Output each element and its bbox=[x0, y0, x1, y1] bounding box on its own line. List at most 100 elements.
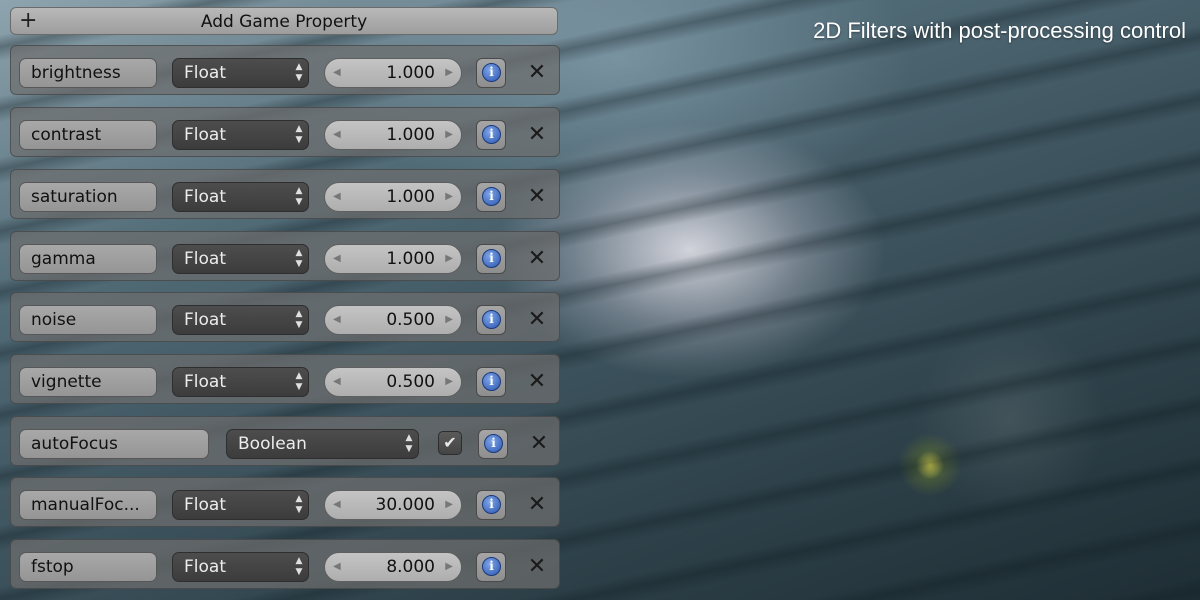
property-name-field[interactable]: noise bbox=[19, 305, 157, 335]
property-name-field[interactable]: fstop bbox=[19, 552, 157, 582]
up-down-arrows-icon: ▲ ▼ bbox=[295, 186, 303, 207]
property-type-select[interactable]: Float ▲ ▼ bbox=[172, 367, 309, 397]
property-value-field[interactable]: ◀ 8.000 ▶ bbox=[324, 552, 462, 582]
property-value: 0.500 bbox=[386, 372, 435, 392]
increment-arrow-icon[interactable]: ▶ bbox=[445, 59, 453, 87]
add-game-property-label: Add Game Property bbox=[200, 12, 368, 32]
property-value-field[interactable]: ◀ 1.000 ▶ bbox=[324, 182, 462, 212]
increment-arrow-icon[interactable]: ▶ bbox=[445, 183, 453, 211]
up-down-arrows-icon: ▲ ▼ bbox=[295, 371, 303, 392]
close-icon[interactable]: ✕ bbox=[525, 305, 549, 335]
property-type-value: Float bbox=[184, 557, 226, 577]
property-type-select[interactable]: Float ▲ ▼ bbox=[172, 552, 309, 582]
property-value: 1.000 bbox=[386, 125, 435, 145]
increment-arrow-icon[interactable]: ▶ bbox=[445, 245, 453, 273]
caption-text: 2D Filters with post-processing control bbox=[813, 18, 1186, 43]
property-type-value: Boolean bbox=[238, 434, 307, 454]
property-value: 1.000 bbox=[386, 187, 435, 207]
property-type-select[interactable]: Float ▲ ▼ bbox=[172, 305, 309, 335]
property-name-field[interactable]: autoFocus bbox=[19, 429, 209, 459]
property-row-vignette: vignette Float ▲ ▼ ◀ 0.500 ▶ i ✕ bbox=[10, 354, 560, 404]
property-type-select[interactable]: Float ▲ ▼ bbox=[172, 182, 309, 212]
property-value: 1.000 bbox=[386, 249, 435, 269]
info-button[interactable]: i bbox=[476, 490, 506, 520]
decrement-arrow-icon[interactable]: ◀ bbox=[333, 121, 341, 149]
property-name-field[interactable]: vignette bbox=[19, 367, 157, 397]
property-name-field[interactable]: brightness bbox=[19, 58, 157, 88]
increment-arrow-icon[interactable]: ▶ bbox=[445, 121, 453, 149]
property-name-field[interactable]: saturation bbox=[19, 182, 157, 212]
close-icon[interactable]: ✕ bbox=[525, 120, 549, 150]
decrement-arrow-icon[interactable]: ◀ bbox=[333, 59, 341, 87]
info-button[interactable]: i bbox=[476, 244, 506, 274]
property-value-field[interactable]: ◀ 1.000 ▶ bbox=[324, 58, 462, 88]
property-type-select[interactable]: Boolean ▲ ▼ bbox=[226, 429, 419, 459]
property-value: 30.000 bbox=[375, 495, 435, 515]
info-icon: i bbox=[482, 495, 501, 514]
property-type-select[interactable]: Float ▲ ▼ bbox=[172, 490, 309, 520]
close-icon[interactable]: ✕ bbox=[525, 58, 549, 88]
increment-arrow-icon[interactable]: ▶ bbox=[445, 553, 453, 581]
increment-arrow-icon[interactable]: ▶ bbox=[445, 306, 453, 334]
property-row-noise: noise Float ▲ ▼ ◀ 0.500 ▶ i ✕ bbox=[10, 292, 560, 342]
property-type-value: Float bbox=[184, 125, 226, 145]
decrement-arrow-icon[interactable]: ◀ bbox=[333, 183, 341, 211]
info-icon: i bbox=[482, 310, 501, 329]
property-value: 8.000 bbox=[386, 557, 435, 577]
up-down-arrows-icon: ▲ ▼ bbox=[295, 494, 303, 515]
property-row-saturation: saturation Float ▲ ▼ ◀ 1.000 ▶ i ✕ bbox=[10, 169, 560, 219]
property-type-value: Float bbox=[184, 310, 226, 330]
up-down-arrows-icon: ▲ ▼ bbox=[295, 248, 303, 269]
property-name-field[interactable]: gamma bbox=[19, 244, 157, 274]
info-icon: i bbox=[482, 557, 501, 576]
property-value: 0.500 bbox=[386, 310, 435, 330]
property-type-value: Float bbox=[184, 495, 226, 515]
property-name-field[interactable]: contrast bbox=[19, 120, 157, 150]
property-value-field[interactable]: ◀ 0.500 ▶ bbox=[324, 305, 462, 335]
up-down-arrows-icon: ▲ ▼ bbox=[405, 433, 413, 454]
info-button[interactable]: i bbox=[476, 120, 506, 150]
close-icon[interactable]: ✕ bbox=[525, 244, 549, 274]
property-row-contrast: contrast Float ▲ ▼ ◀ 1.000 ▶ i ✕ bbox=[10, 107, 560, 157]
info-icon: i bbox=[482, 187, 501, 206]
decrement-arrow-icon[interactable]: ◀ bbox=[333, 306, 341, 334]
up-down-arrows-icon: ▲ ▼ bbox=[295, 556, 303, 577]
info-button[interactable]: i bbox=[476, 58, 506, 88]
property-value-field[interactable]: ◀ 30.000 ▶ bbox=[324, 490, 462, 520]
property-value-field[interactable]: ◀ 1.000 ▶ bbox=[324, 244, 462, 274]
increment-arrow-icon[interactable]: ▶ bbox=[445, 491, 453, 519]
close-icon[interactable]: ✕ bbox=[525, 552, 549, 582]
property-type-select[interactable]: Float ▲ ▼ bbox=[172, 120, 309, 150]
property-row-manualfocus: manualFoc... Float ▲ ▼ ◀ 30.000 ▶ i ✕ bbox=[10, 477, 560, 527]
info-button[interactable]: i bbox=[478, 429, 508, 459]
decrement-arrow-icon[interactable]: ◀ bbox=[333, 368, 341, 396]
add-game-property-button[interactable]: + Add Game Property bbox=[10, 7, 558, 35]
increment-arrow-icon[interactable]: ▶ bbox=[445, 368, 453, 396]
close-icon[interactable]: ✕ bbox=[525, 490, 549, 520]
decrement-arrow-icon[interactable]: ◀ bbox=[333, 553, 341, 581]
up-down-arrows-icon: ▲ ▼ bbox=[295, 62, 303, 83]
property-row-gamma: gamma Float ▲ ▼ ◀ 1.000 ▶ i ✕ bbox=[10, 231, 560, 281]
property-value-checkbox[interactable]: ✔ bbox=[438, 431, 462, 455]
decrement-arrow-icon[interactable]: ◀ bbox=[333, 491, 341, 519]
decrement-arrow-icon[interactable]: ◀ bbox=[333, 245, 341, 273]
info-button[interactable]: i bbox=[476, 552, 506, 582]
property-name-field[interactable]: manualFoc... bbox=[19, 490, 157, 520]
property-row-brightness: brightness Float ▲ ▼ ◀ 1.000 ▶ i ✕ bbox=[10, 45, 560, 95]
close-icon[interactable]: ✕ bbox=[527, 429, 551, 459]
property-type-select[interactable]: Float ▲ ▼ bbox=[172, 58, 309, 88]
property-value-field[interactable]: ◀ 1.000 ▶ bbox=[324, 120, 462, 150]
property-type-value: Float bbox=[184, 249, 226, 269]
up-down-arrows-icon: ▲ ▼ bbox=[295, 309, 303, 330]
close-icon[interactable]: ✕ bbox=[525, 367, 549, 397]
info-button[interactable]: i bbox=[476, 305, 506, 335]
info-button[interactable]: i bbox=[476, 182, 506, 212]
property-type-value: Float bbox=[184, 372, 226, 392]
property-type-select[interactable]: Float ▲ ▼ bbox=[172, 244, 309, 274]
property-value-field[interactable]: ◀ 0.500 ▶ bbox=[324, 367, 462, 397]
property-value: 1.000 bbox=[386, 63, 435, 83]
close-icon[interactable]: ✕ bbox=[525, 182, 549, 212]
info-icon: i bbox=[484, 434, 503, 453]
info-button[interactable]: i bbox=[476, 367, 506, 397]
property-type-value: Float bbox=[184, 187, 226, 207]
